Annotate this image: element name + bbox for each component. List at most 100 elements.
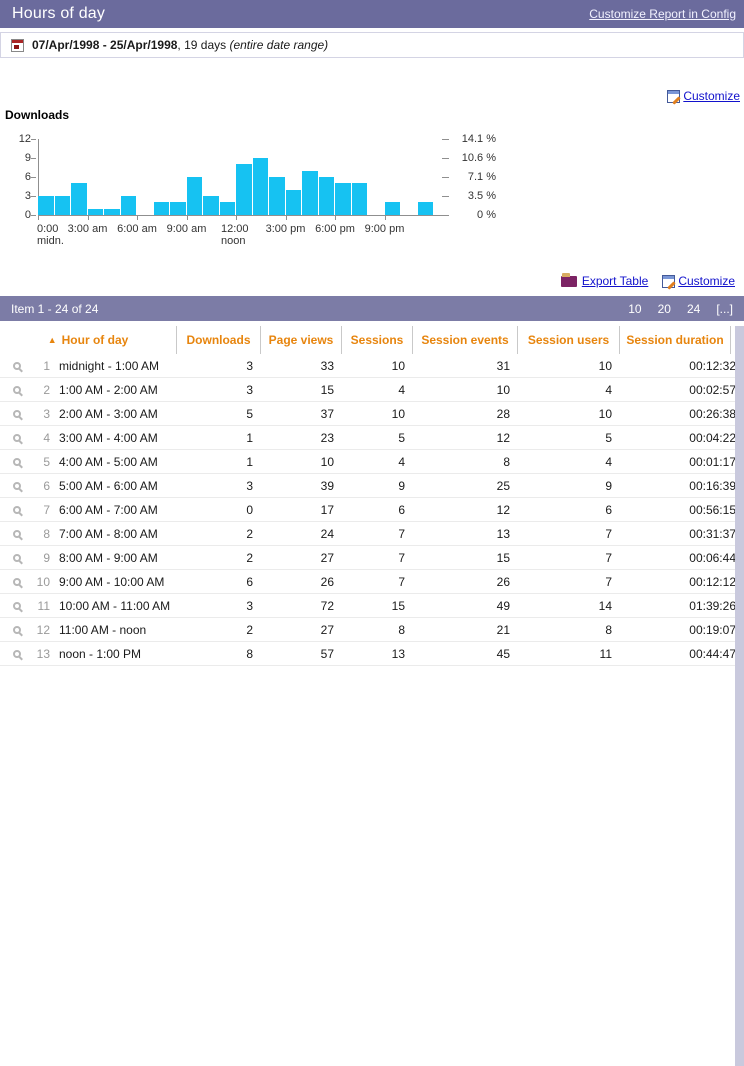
cell-session-events: 13 bbox=[425, 527, 530, 541]
zoom-icon[interactable] bbox=[13, 506, 21, 514]
zoom-icon[interactable] bbox=[13, 650, 21, 658]
page-size-option[interactable]: 24 bbox=[687, 302, 700, 316]
cell-session-users: 14 bbox=[530, 599, 632, 613]
column-header-downloads[interactable]: Downloads bbox=[176, 326, 260, 354]
customize-report-config-link[interactable]: Customize Report in Config bbox=[589, 7, 736, 21]
zoom-icon[interactable] bbox=[13, 362, 21, 370]
zoom-icon[interactable] bbox=[13, 458, 21, 466]
chart-bar bbox=[319, 177, 335, 215]
table-row: 32:00 AM - 3:00 AM53710281000:26:38 bbox=[0, 402, 744, 426]
row-number: 13 bbox=[34, 647, 50, 661]
cell-downloads: 3 bbox=[189, 479, 273, 493]
table-row: 13noon - 1:00 PM85713451100:44:47 bbox=[0, 642, 744, 666]
cell-downloads: 1 bbox=[189, 455, 273, 469]
column-header-session-users[interactable]: Session users bbox=[517, 326, 619, 354]
row-number: 6 bbox=[34, 479, 50, 493]
pct-tick-mark bbox=[442, 177, 449, 178]
chart-customize-link[interactable]: Customize bbox=[667, 88, 740, 104]
hour-range-label: 7:00 AM - 8:00 AM bbox=[50, 527, 189, 541]
calendar-icon bbox=[11, 39, 24, 52]
cell-session-events: 49 bbox=[425, 599, 530, 613]
cell-session-duration: 00:12:12 bbox=[632, 575, 744, 589]
row-number: 10 bbox=[34, 575, 50, 589]
y-tick-label: 3 bbox=[0, 190, 31, 202]
zoom-icon[interactable] bbox=[13, 386, 21, 394]
column-header-session-events[interactable]: Session events bbox=[412, 326, 517, 354]
cell-page-views: 27 bbox=[273, 623, 354, 637]
column-header-sessions[interactable]: Sessions bbox=[341, 326, 412, 354]
cell-session-duration: 00:04:22 bbox=[632, 431, 744, 445]
cell-sessions: 10 bbox=[354, 407, 425, 421]
cell-session-users: 7 bbox=[530, 575, 632, 589]
zoom-icon[interactable] bbox=[13, 578, 21, 586]
table-header-row: ▲Hour of day Downloads Page views Sessio… bbox=[0, 326, 744, 354]
chart-bar bbox=[154, 202, 170, 215]
cell-page-views: 10 bbox=[273, 455, 354, 469]
zoom-icon[interactable] bbox=[13, 626, 21, 634]
cell-session-events: 26 bbox=[425, 575, 530, 589]
export-table-link[interactable]: Export Table bbox=[561, 274, 649, 288]
table-row: 76:00 AM - 7:00 AM017612600:56:15 bbox=[0, 498, 744, 522]
y-tick-mark bbox=[31, 215, 36, 216]
zoom-icon[interactable] bbox=[13, 602, 21, 610]
row-number: 9 bbox=[34, 551, 50, 565]
table-body: 1midnight - 1:00 AM33310311000:12:3221:0… bbox=[0, 354, 744, 666]
page-size-option[interactable]: 20 bbox=[658, 302, 671, 316]
chart-bar bbox=[352, 183, 368, 215]
zoom-icon[interactable] bbox=[13, 530, 21, 538]
cell-sessions: 4 bbox=[354, 455, 425, 469]
x-axis-line bbox=[38, 215, 448, 216]
hours-table: ▲Hour of day Downloads Page views Sessio… bbox=[0, 326, 744, 666]
date-days: , 19 days bbox=[177, 38, 229, 52]
row-number: 3 bbox=[34, 407, 50, 421]
zoom-icon[interactable] bbox=[13, 482, 21, 490]
cell-downloads: 2 bbox=[189, 551, 273, 565]
row-number: 8 bbox=[34, 527, 50, 541]
row-number: 12 bbox=[34, 623, 50, 637]
column-header-page-views[interactable]: Page views bbox=[260, 326, 341, 354]
row-number: 11 bbox=[34, 599, 50, 613]
cell-page-views: 26 bbox=[273, 575, 354, 589]
table-row: 98:00 AM - 9:00 AM227715700:06:44 bbox=[0, 546, 744, 570]
table-row: 1110:00 AM - 11:00 AM37215491401:39:26 bbox=[0, 594, 744, 618]
table-toolbar: Export Table Customize bbox=[0, 272, 744, 290]
zoom-icon[interactable] bbox=[13, 434, 21, 442]
x-tick-label: 9:00 pm bbox=[355, 223, 415, 235]
cell-session-events: 12 bbox=[425, 431, 530, 445]
y-tick-label: 0 bbox=[0, 209, 31, 221]
x-tick-mark bbox=[88, 216, 89, 220]
column-header-hour-of-day[interactable]: ▲Hour of day bbox=[0, 326, 176, 354]
table-row: 1midnight - 1:00 AM33310311000:12:32 bbox=[0, 354, 744, 378]
cell-session-events: 25 bbox=[425, 479, 530, 493]
cell-downloads: 3 bbox=[189, 383, 273, 397]
hour-range-label: 8:00 AM - 9:00 AM bbox=[50, 551, 189, 565]
table-customize-link[interactable]: Customize bbox=[662, 274, 735, 288]
cell-session-users: 10 bbox=[530, 359, 632, 373]
hour-range-label: noon - 1:00 PM bbox=[50, 647, 189, 661]
cell-session-duration: 00:06:44 bbox=[632, 551, 744, 565]
downloads-bar-chart: 1214.1 %910.6 %67.1 %33.5 %00 %0:00midn.… bbox=[0, 132, 520, 248]
cell-page-views: 27 bbox=[273, 551, 354, 565]
chart-customize-label: Customize bbox=[683, 89, 740, 103]
pct-tick-mark bbox=[442, 158, 449, 159]
chart-bar bbox=[302, 171, 318, 215]
column-header-session-duration[interactable]: Session duration bbox=[619, 326, 731, 354]
date-range-value: 07/Apr/1998 - 25/Apr/1998 bbox=[32, 38, 177, 52]
page-size-option[interactable]: [...] bbox=[716, 302, 733, 316]
export-table-label: Export Table bbox=[582, 274, 649, 288]
zoom-icon[interactable] bbox=[13, 410, 21, 418]
page-title: Hours of day bbox=[12, 5, 105, 23]
page-size-option[interactable]: 10 bbox=[628, 302, 641, 316]
chart-bar bbox=[286, 190, 302, 215]
x-tick-mark bbox=[236, 216, 237, 220]
cell-session-events: 21 bbox=[425, 623, 530, 637]
chart-bar bbox=[203, 196, 219, 215]
cell-session-duration: 01:39:26 bbox=[632, 599, 744, 613]
cell-session-duration: 00:19:07 bbox=[632, 623, 744, 637]
chart-bar bbox=[253, 158, 269, 215]
cell-sessions: 8 bbox=[354, 623, 425, 637]
chart-toolbar: Customize bbox=[0, 88, 744, 104]
zoom-icon[interactable] bbox=[13, 554, 21, 562]
cell-session-duration: 00:02:57 bbox=[632, 383, 744, 397]
cell-downloads: 2 bbox=[189, 527, 273, 541]
